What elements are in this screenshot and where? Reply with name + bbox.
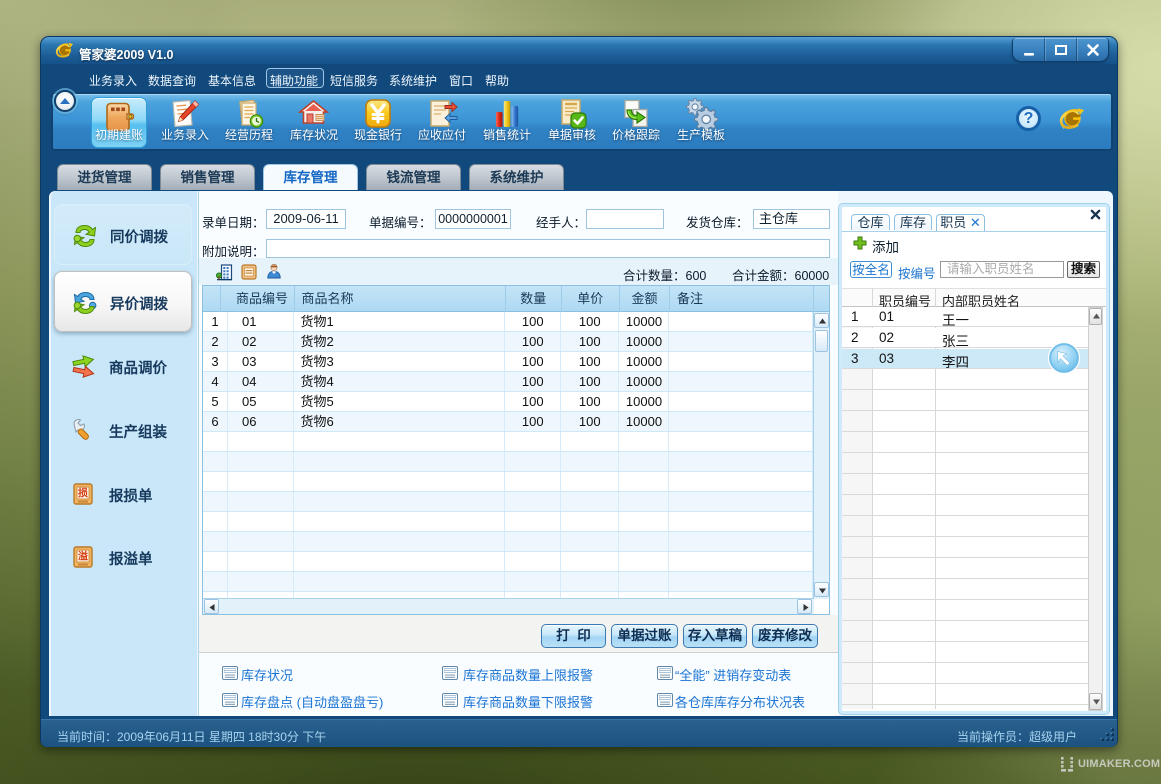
svg-text:损: 损 [78, 487, 88, 500]
svg-text:溢: 溢 [78, 550, 88, 563]
